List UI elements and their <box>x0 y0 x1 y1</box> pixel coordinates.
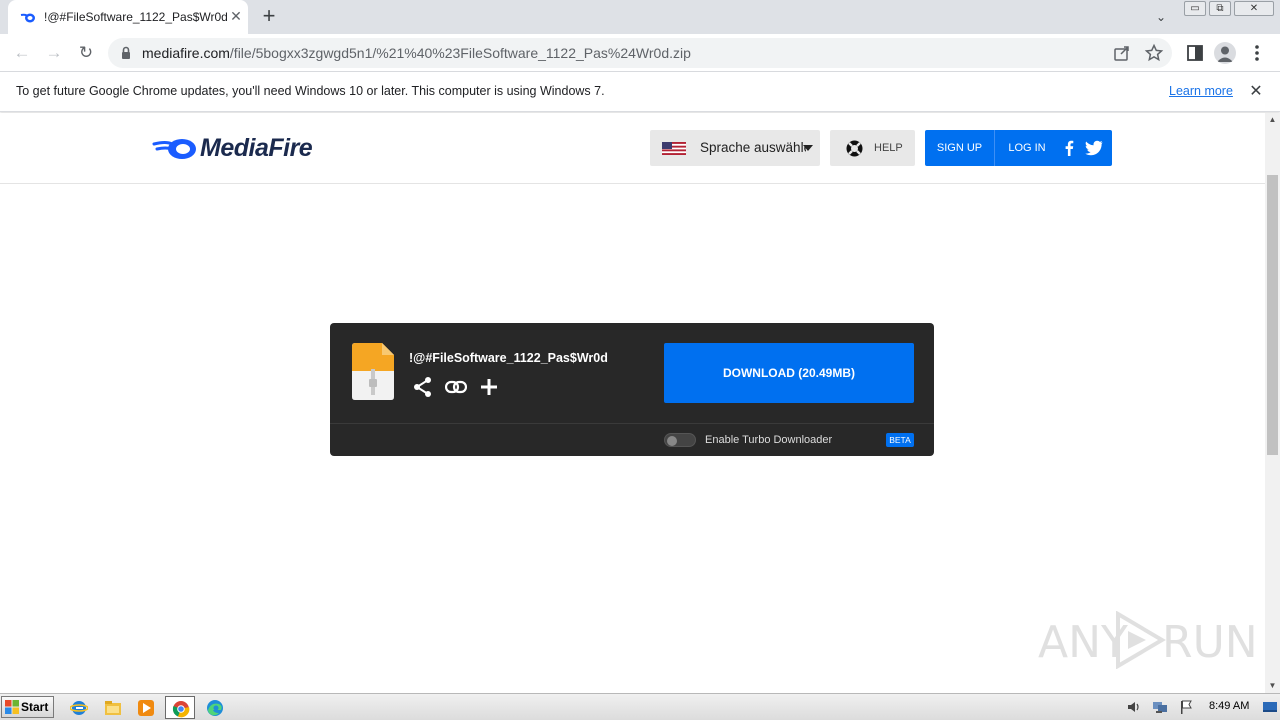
url-path: /file/5bogxx3zgwgd5n1/%21%40%23FileSoftw… <box>229 45 691 61</box>
scroll-thumb[interactable] <box>1267 175 1278 455</box>
card-divider <box>330 423 934 424</box>
turbo-downloader-label: Enable Turbo Downloader <box>705 434 833 446</box>
show-desktop-icon[interactable] <box>1262 699 1278 715</box>
windows-taskbar: Start 8:49 AM <box>0 693 1280 720</box>
reload-button[interactable]: ↻ <box>74 41 98 65</box>
scroll-down-arrow-icon[interactable]: ▼ <box>1265 679 1280 693</box>
help-label: HELP <box>874 142 903 154</box>
lifebuoy-icon <box>846 140 863 157</box>
start-button[interactable]: Start <box>1 696 54 718</box>
side-panel-icon[interactable] <box>1184 42 1206 64</box>
infobar-close-icon[interactable]: ✕ <box>1246 82 1266 102</box>
toggle-knob <box>667 436 677 446</box>
play-logo-icon <box>1116 611 1166 669</box>
tab-strip: !@#FileSoftware_1122_Pas$Wr0d ✕ + ⌄ ▭ ⧉ … <box>0 0 1280 34</box>
lock-icon[interactable] <box>121 46 131 60</box>
internet-explorer-icon[interactable] <box>64 696 94 719</box>
auth-buttons: SIGN UP LOG IN <box>925 130 1112 166</box>
chrome-menu-icon[interactable] <box>1246 42 1268 64</box>
windows-logo-icon <box>5 700 19 714</box>
turbo-downloader-toggle[interactable] <box>664 433 696 447</box>
help-button[interactable]: HELP <box>830 130 915 166</box>
language-select-value: Sprache auswählen <box>700 140 806 155</box>
browser-toolbar: ← → ↻ mediafire.com/file/5bogxx3zgwgd5n1… <box>0 34 1280 72</box>
scroll-up-arrow-icon[interactable]: ▲ <box>1265 113 1280 127</box>
link-icon[interactable] <box>445 376 467 398</box>
tab-search-chevron-icon[interactable]: ⌄ <box>1152 8 1170 26</box>
update-infobar: To get future Google Chrome updates, you… <box>0 72 1280 112</box>
action-center-flag-icon[interactable] <box>1178 699 1194 715</box>
speaker-icon[interactable] <box>1126 699 1142 715</box>
bookmark-star-icon[interactable] <box>1144 43 1164 63</box>
url-text: mediafire.com/file/5bogxx3zgwgd5n1/%21%4… <box>142 45 691 61</box>
beta-badge: BETA <box>886 433 914 447</box>
facebook-icon[interactable] <box>1061 140 1077 156</box>
edge-icon[interactable] <box>200 696 230 719</box>
mediafire-flame-icon <box>152 139 196 159</box>
site-header: MediaFire Sprache auswählen HELP <box>0 113 1265 184</box>
window-restore-button[interactable]: ⧉ <box>1209 1 1231 16</box>
learn-more-link[interactable]: Learn more <box>1169 84 1233 98</box>
file-explorer-icon[interactable] <box>98 696 128 719</box>
window-minimize-button[interactable]: ▭ <box>1184 1 1206 16</box>
tab-title: !@#FileSoftware_1122_Pas$Wr0d <box>44 10 228 24</box>
tab-close-icon[interactable]: ✕ <box>228 8 244 24</box>
add-icon[interactable] <box>478 376 500 398</box>
twitter-icon[interactable] <box>1085 140 1103 156</box>
start-label: Start <box>21 700 49 714</box>
url-host: mediafire.com <box>142 45 230 61</box>
window-close-button[interactable]: ✕ <box>1234 1 1274 16</box>
new-tab-button[interactable]: + <box>258 5 280 28</box>
page-scrollbar[interactable]: ▲ ▼ <box>1265 113 1280 693</box>
download-card: !@#FileSoftware_1122_Pas$Wr0d DOWNLOAD (… <box>330 323 934 456</box>
network-icon[interactable] <box>1152 699 1168 715</box>
watermark-right-text: RUN <box>1162 617 1258 668</box>
browser-tab[interactable]: !@#FileSoftware_1122_Pas$Wr0d ✕ <box>8 0 248 34</box>
caret-down-icon <box>803 145 813 151</box>
web-page: MediaFire Sprache auswählen HELP <box>0 113 1265 693</box>
infobar-message: To get future Google Chrome updates, you… <box>16 84 605 98</box>
sign-up-button[interactable]: SIGN UP <box>925 130 995 166</box>
language-select[interactable]: Sprache auswählen <box>650 130 820 166</box>
zip-file-icon <box>352 343 394 400</box>
file-name: !@#FileSoftware_1122_Pas$Wr0d <box>409 351 608 365</box>
share-page-icon[interactable] <box>1112 43 1132 63</box>
forward-button[interactable]: → <box>42 41 66 65</box>
mediafire-favicon-icon <box>20 13 35 23</box>
logo-wordmark: MediaFire <box>200 134 313 162</box>
media-player-icon[interactable] <box>131 696 161 719</box>
share-icon[interactable] <box>412 376 434 398</box>
profile-avatar-icon[interactable] <box>1214 42 1236 64</box>
chrome-icon[interactable] <box>165 696 195 719</box>
system-tray: 8:49 AM <box>1122 695 1280 720</box>
back-button[interactable]: ← <box>10 41 34 65</box>
taskbar-clock[interactable]: 8:49 AM <box>1209 700 1249 712</box>
us-flag-icon <box>662 142 686 155</box>
address-bar[interactable]: mediafire.com/file/5bogxx3zgwgd5n1/%21%4… <box>108 38 1172 68</box>
download-button[interactable]: DOWNLOAD (20.49MB) <box>664 343 914 403</box>
log-in-button[interactable]: LOG IN <box>996 130 1058 166</box>
